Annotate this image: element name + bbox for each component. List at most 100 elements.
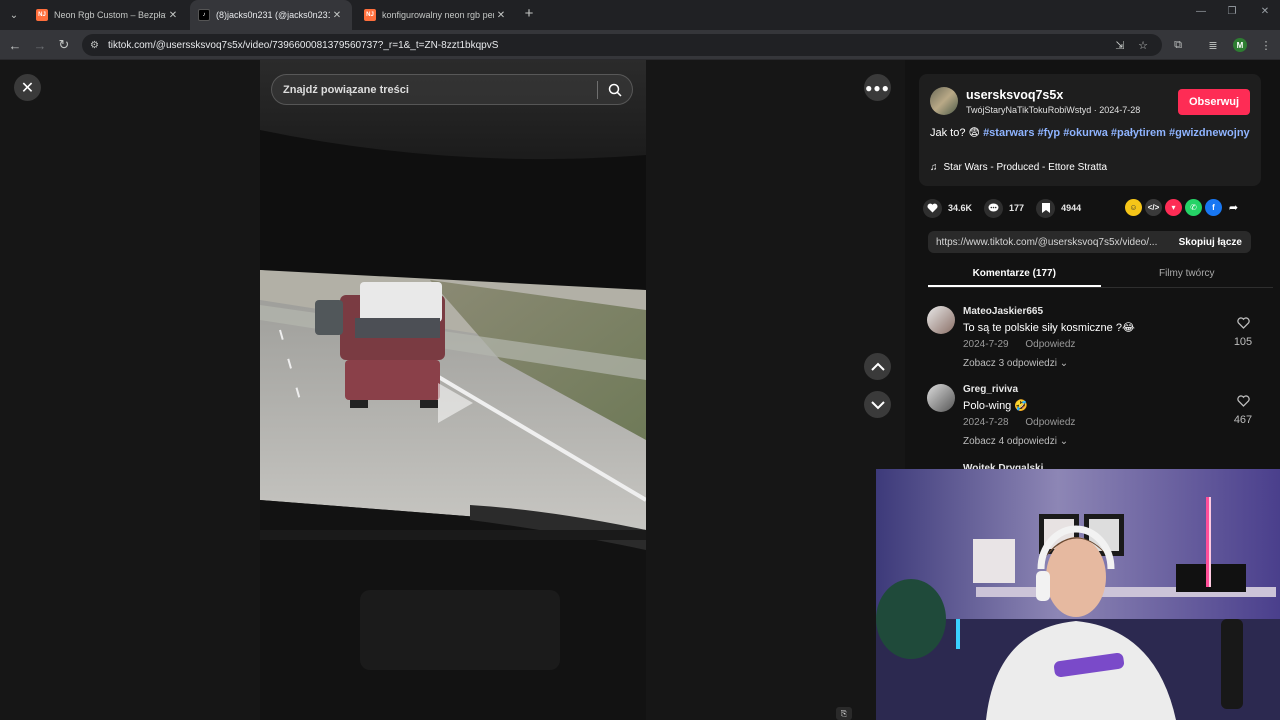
browser-tab-3[interactable]: NJ konfigurowalny neon rgb perso ✕ [356,0,516,30]
heart-icon [923,198,942,218]
address-bar[interactable]: ⚙ tiktok.com/@userssksvoq7s5x/video/7396… [82,34,1162,56]
author-avatar[interactable] [930,87,958,115]
share-link-text: https://www.tiktok.com/@usersksvoq7s5x/v… [936,236,1158,248]
reply-button[interactable]: Odpowiedz [1025,339,1075,350]
heart-outline-icon [1236,317,1250,329]
facebook-icon[interactable]: f [1205,199,1222,216]
heart-outline-icon [1236,395,1250,407]
author-username[interactable]: usersksvoq7s5x [966,88,1063,102]
tiktok-favicon-icon: ♪ [198,9,210,21]
comment-stat[interactable]: 177 [984,198,1024,218]
music-note-icon: ♫ [930,162,938,173]
more-options-icon[interactable]: ●●● [864,74,891,101]
close-icon[interactable]: ✕ [494,10,508,21]
comment-date: 2024-7-28 [963,417,1009,428]
browser-tab-1[interactable]: NJ Neon Rgb Custom – Bezpłatna ✕ [28,0,188,30]
close-icon[interactable]: ✕ [330,10,344,21]
video-player[interactable] [260,60,646,720]
install-app-icon[interactable]: ⇲ [1110,35,1130,55]
view-replies-button[interactable]: Zobacz 4 odpowiedzi ⌄ [963,436,1068,447]
view-replies-button[interactable]: Zobacz 3 odpowiedzi ⌄ [963,358,1068,369]
comment-text: To są te polskie siły kosmiczne ?😂 [963,322,1135,334]
comment-like-count: 105 [1233,336,1253,348]
browser-tab-2[interactable]: ♪ (8)jacks0n231 (@jacks0n231) | T ✕ [190,0,352,30]
reading-list-icon[interactable]: ≣ [1203,35,1223,55]
comment-like-count: 467 [1233,414,1253,426]
comment-text: Polo-wing 🤣 [963,400,1029,412]
copy-link-button[interactable]: Skopiuj łącze [1170,237,1251,248]
comment-item: Greg_riviva Polo-wing 🤣 2024-7-28 Odpowi… [927,384,1272,456]
close-icon[interactable]: ✕ [166,10,180,21]
forward-icon[interactable]: → [30,35,50,55]
comment-icon [984,198,1004,218]
tab-favicon-icon: NJ [36,9,48,21]
send-to-friends-icon[interactable]: ▾ [1165,199,1182,216]
engagement-stats: 34.6K 177 4944 [923,198,1093,218]
hashtag-link[interactable]: #fyp [1038,127,1061,139]
hashtag-link[interactable]: #okurwa [1063,127,1108,139]
tab-title: Neon Rgb Custom – Bezpłatna [54,10,166,20]
comment-like[interactable]: 105 [1227,316,1259,348]
extensions-icon[interactable]: ⧉ [1168,35,1188,55]
tab-comments[interactable]: Komentarze (177) [928,262,1101,287]
reload-icon[interactable]: ↻ [54,35,74,55]
restore-icon[interactable]: ❐ [1217,6,1247,17]
commenter-avatar[interactable] [927,306,955,334]
share-buttons: ☺ </> ▾ ✆ f ➦ [1125,199,1242,216]
bookmark-icon [1036,198,1056,218]
search-placeholder: Znajdź powiązane treści [283,83,409,96]
view-replies-label: Zobacz 3 odpowiedzi [963,358,1057,369]
previous-video-button[interactable] [864,353,891,380]
reply-button[interactable]: Odpowiedz [1025,417,1075,428]
save-stat[interactable]: 4944 [1036,198,1082,218]
tab-title: (8)jacks0n231 (@jacks0n231) | T [216,10,330,20]
window-close-icon[interactable]: ✕ [1250,6,1280,17]
new-tab-icon[interactable]: + [522,6,536,22]
comment-date: 2024-7-29 [963,339,1009,350]
whatsapp-icon[interactable]: ✆ [1185,199,1202,216]
tab-creator-videos[interactable]: Filmy twórcy [1101,262,1274,287]
browser-menu-icon[interactable]: ⋮ [1256,35,1276,55]
browser-toolbar: ← → ↻ ⚙ tiktok.com/@userssksvoq7s5x/vide… [0,30,1280,60]
bookmark-star-icon[interactable]: ☆ [1133,35,1153,55]
back-icon[interactable]: ← [5,35,25,55]
site-settings-icon[interactable]: ⚙ [90,40,106,51]
comment-meta: 2024-7-28 Odpowiedz [963,417,1075,428]
next-video-button[interactable] [864,391,891,418]
author-subline: TwójStaryNaTikTokuRobiWstyd · 2024-7-28 [966,105,1141,115]
profile-avatar[interactable]: M [1233,38,1247,52]
music-title: Star Wars - Produced - Ettore Stratta [943,162,1108,173]
copy-link-box: https://www.tiktok.com/@usersksvoq7s5x/v… [928,231,1251,253]
minimize-icon[interactable]: — [1186,6,1216,17]
save-count: 4944 [1061,203,1082,213]
tab-search-icon[interactable]: ⌄ [4,5,24,25]
save-to-device-icon[interactable]: ⎘ [836,707,852,720]
close-video-button[interactable]: ✕ [14,74,41,101]
tab-favicon-icon: NJ [364,9,376,21]
embed-code-icon[interactable]: </> [1145,199,1162,216]
comment-meta: 2024-7-29 Odpowiedz [963,339,1075,350]
commenter-username[interactable]: MateoJaskier665 [963,306,1043,317]
post-description: Jak to? 😨 #starwars #fyp #okurwa #pałyti… [930,126,1250,141]
share-arrow-icon[interactable]: ➦ [1225,199,1242,216]
browser-tabstrip: ⌄ NJ Neon Rgb Custom – Bezpłatna ✕ ♪ (8)… [0,0,1280,30]
webcam-overlay [876,469,1280,720]
music-link[interactable]: ♫ Star Wars - Produced - Ettore Stratta [930,162,1107,173]
sidebar-tabs: Komentarze (177) Filmy twórcy [928,262,1273,288]
hashtag-link[interactable]: #starwars [983,127,1034,139]
comment-item: MateoJaskier665 To są te polskie siły ko… [927,306,1272,378]
comment-like[interactable]: 467 [1227,394,1259,426]
commenter-avatar[interactable] [927,384,955,412]
related-search-box[interactable]: Znajdź powiązane treści [271,74,633,105]
search-icon[interactable] [598,83,632,97]
commenter-username[interactable]: Greg_riviva [963,384,1018,395]
hashtag-link[interactable]: #gwizdnewojny [1169,127,1250,139]
like-count: 34.6K [948,203,973,213]
like-stat[interactable]: 34.6K [923,198,973,218]
chevron-up-icon [870,362,885,371]
description-card: usersksvoq7s5x TwójStaryNaTikTokuRobiWst… [919,74,1261,186]
repost-icon[interactable]: ☺ [1125,199,1142,216]
hashtag-link[interactable]: #pałytirem [1111,127,1166,139]
chevron-down-icon [870,400,885,409]
follow-button[interactable]: Obserwuj [1178,89,1250,115]
